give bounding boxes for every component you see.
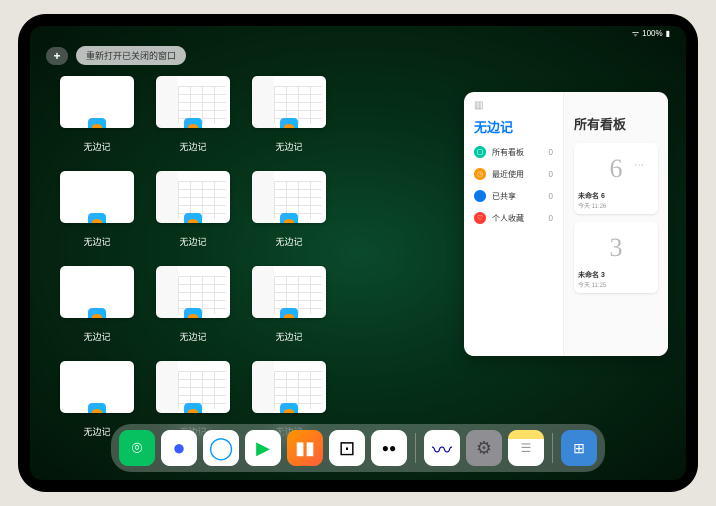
board-card[interactable]: 6 未命名 6 今天 11:26 <box>574 143 658 214</box>
freeform-icon <box>280 118 298 128</box>
top-controls: + 重新打开已关闭的窗口 <box>46 46 186 65</box>
freeform-icon <box>88 213 106 223</box>
board-time: 今天 11:26 <box>578 201 654 210</box>
recent-icon: ◷ <box>474 168 486 180</box>
dock-separator <box>552 433 553 463</box>
dock-app-wechat[interactable]: ⌾ <box>119 430 155 466</box>
shared-icon: 👤 <box>474 190 486 202</box>
thumb-label: 无边记 <box>179 140 206 153</box>
dock-separator <box>415 433 416 463</box>
dock-recent-folder[interactable]: ⊞ <box>561 430 597 466</box>
thumb-label: 无边记 <box>83 235 110 248</box>
wifi-icon: ᯤ <box>632 28 639 39</box>
dock-app-notes[interactable]: ☰ <box>508 430 544 466</box>
ipad-frame: ᯤ 100% ▮ + 重新打开已关闭的窗口 无边记 无边记 无边记 无边记 无边… <box>18 14 698 492</box>
thumb-label: 无边记 <box>275 235 302 248</box>
window-thumb[interactable]: 无边记 <box>252 266 326 343</box>
reopen-window-button[interactable]: 重新打开已关闭的窗口 <box>76 46 186 65</box>
thumb-label: 无边记 <box>275 140 302 153</box>
window-thumb[interactable]: 无边记 <box>252 171 326 248</box>
freeform-icon <box>184 308 202 318</box>
panel-sidebar: ▥ 无边记 ▢所有看板0 ◷最近使用0 👤已共享0 ♡个人收藏0 <box>464 92 564 356</box>
dock: ⌾ ● ◯ ▶ ▮▮ ⊡ ●● 〰 ⚙ ☰ ⊞ <box>111 424 605 472</box>
freeform-icon <box>280 308 298 318</box>
thumb-label: 无边记 <box>83 140 110 153</box>
thumb-label: 无边记 <box>83 425 110 438</box>
freeform-icon <box>184 213 202 223</box>
dock-app-dice[interactable]: ⊡ <box>329 430 365 466</box>
dock-app-freeform[interactable]: 〰 <box>424 430 460 466</box>
panel-left-title: 无边记 <box>474 117 553 136</box>
freeform-icon <box>88 118 106 128</box>
dock-app-books[interactable]: ▮▮ <box>287 430 323 466</box>
thumb-label: 无边记 <box>179 235 206 248</box>
thumb-label: 无边记 <box>179 330 206 343</box>
freeform-icon <box>184 118 202 128</box>
board-name: 未命名 6 <box>578 191 654 201</box>
freeform-icon <box>88 403 106 413</box>
board-name: 未命名 3 <box>578 270 654 280</box>
freeform-icon <box>184 403 202 413</box>
sidebar-icon[interactable]: ▥ <box>474 100 553 111</box>
dock-app-quark[interactable]: ● <box>161 430 197 466</box>
screen: ᯤ 100% ▮ + 重新打开已关闭的窗口 无边记 无边记 无边记 无边记 无边… <box>30 26 686 480</box>
sidebar-item[interactable]: ◷最近使用0 <box>474 168 553 180</box>
battery-label: 100% <box>642 29 662 38</box>
boards-icon: ▢ <box>474 146 486 158</box>
window-thumb[interactable]: 无边记 <box>156 171 230 248</box>
board-card[interactable]: 3 未命名 3 今天 11:25 <box>574 222 658 293</box>
dock-app-oo[interactable]: ●● <box>371 430 407 466</box>
dock-app-settings[interactable]: ⚙ <box>466 430 502 466</box>
window-thumb[interactable]: 无边记 <box>60 266 134 343</box>
dock-app-qqbrowser[interactable]: ◯ <box>203 430 239 466</box>
app-switcher-grid: 无边记 无边记 无边记 无边记 无边记 无边记 无边记 无边记 无边记 无边记 … <box>60 76 440 456</box>
board-time: 今天 11:25 <box>578 280 654 289</box>
stage-panel[interactable]: ▥ 无边记 ▢所有看板0 ◷最近使用0 👤已共享0 ♡个人收藏0 ⋯ 所有看板 … <box>464 92 668 356</box>
freeform-icon <box>280 213 298 223</box>
window-thumb[interactable]: 无边记 <box>60 171 134 248</box>
board-preview: 3 <box>578 226 654 270</box>
window-thumb[interactable]: 无边记 <box>156 76 230 153</box>
panel-right-title: 所有看板 <box>574 114 658 133</box>
sidebar-item[interactable]: ▢所有看板0 <box>474 146 553 158</box>
freeform-icon <box>88 308 106 318</box>
thumb-label: 无边记 <box>275 330 302 343</box>
freeform-icon <box>280 403 298 413</box>
window-thumb[interactable]: 无边记 <box>252 76 326 153</box>
dock-app-video[interactable]: ▶ <box>245 430 281 466</box>
status-bar: ᯤ 100% ▮ <box>632 28 670 39</box>
panel-content: ⋯ 所有看板 6 未命名 6 今天 11:26 3 未命名 3 今天 11:25 <box>564 92 668 356</box>
window-thumb[interactable]: 无边记 <box>156 266 230 343</box>
sidebar-item[interactable]: 👤已共享0 <box>474 190 553 202</box>
sidebar-item[interactable]: ♡个人收藏0 <box>474 212 553 224</box>
new-window-button[interactable]: + <box>46 47 68 65</box>
thumb-label: 无边记 <box>83 330 110 343</box>
window-thumb[interactable]: 无边记 <box>60 76 134 153</box>
more-icon[interactable]: ⋯ <box>634 160 644 171</box>
favorite-icon: ♡ <box>474 212 486 224</box>
battery-icon: ▮ <box>666 29 670 38</box>
